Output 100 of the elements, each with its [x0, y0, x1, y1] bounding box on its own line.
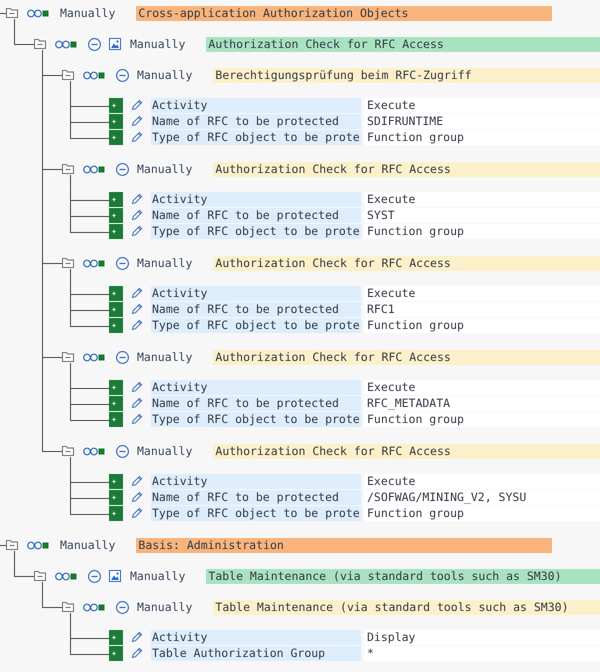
field-value: /SOFWAG/MINING_V2, SYSU	[364, 490, 600, 505]
sparkle-tile-icon	[109, 396, 123, 411]
field-label: Activity	[151, 380, 361, 395]
folder-icon[interactable]	[62, 446, 74, 456]
pencil-icon[interactable]	[131, 381, 143, 393]
field-label: Type of RFC object to be prote	[151, 224, 361, 239]
field-label: Name of RFC to be protected	[151, 114, 361, 129]
minus-circle-icon[interactable]	[116, 256, 129, 270]
pencil-icon[interactable]	[131, 491, 143, 503]
status-text: Manually	[130, 36, 186, 52]
field-value: SYST	[364, 208, 600, 223]
rings-and-square-icon	[83, 70, 105, 80]
field-value: Execute	[364, 380, 600, 395]
object-title: Table Maintenance (via standard tools such as SM30)	[206, 568, 600, 584]
image-icon[interactable]	[109, 570, 121, 582]
pencil-icon[interactable]	[131, 115, 143, 127]
folder-icon[interactable]	[6, 540, 18, 550]
field-label: Name of RFC to be protected	[151, 208, 361, 223]
authorization-title: Authorization Check for RFC Access	[213, 256, 600, 270]
field-label: Activity	[151, 286, 361, 301]
authorization-title: Authorization Check for RFC Access	[213, 162, 600, 176]
sparkle-tile-icon	[109, 98, 123, 113]
minus-circle-icon[interactable]	[116, 444, 129, 458]
status-text: Manually	[137, 600, 192, 614]
pencil-icon[interactable]	[131, 303, 143, 315]
rings-and-square-icon	[27, 540, 49, 550]
pencil-icon[interactable]	[131, 287, 143, 299]
object-class-title: Cross-application Authorization Objects	[136, 6, 552, 20]
rings-and-square-icon	[83, 602, 105, 612]
folder-icon[interactable]	[62, 602, 74, 612]
field-value: Execute	[364, 474, 600, 489]
field-value: Function group	[364, 318, 600, 333]
field-label: Activity	[151, 192, 361, 207]
minus-circle-icon[interactable]	[116, 68, 129, 82]
field-value: RFC1	[364, 302, 600, 317]
sparkle-tile-icon	[109, 302, 123, 317]
status-text: Manually	[130, 568, 186, 584]
field-label: Type of RFC object to be prote	[151, 412, 361, 427]
folder-icon[interactable]	[62, 164, 74, 174]
pencil-icon[interactable]	[131, 413, 143, 425]
status-text: Manually	[137, 444, 192, 458]
minus-circle-icon[interactable]	[116, 162, 129, 176]
field-label: Type of RFC object to be prote	[151, 130, 361, 145]
field-label: Table Authorization Group	[151, 646, 361, 661]
field-value: Function group	[364, 506, 600, 521]
field-value: Execute	[364, 286, 600, 301]
minus-circle-icon[interactable]	[88, 38, 101, 50]
sparkle-tile-icon	[109, 130, 123, 145]
object-title: Authorization Check for RFC Access	[206, 36, 600, 52]
field-label: Activity	[151, 98, 361, 113]
sparkle-tile-icon	[109, 490, 123, 505]
field-value: Function group	[364, 130, 600, 145]
pencil-icon[interactable]	[131, 99, 143, 111]
image-icon[interactable]	[109, 38, 121, 50]
field-value: Execute	[364, 192, 600, 207]
minus-circle-icon[interactable]	[88, 570, 101, 582]
field-value: RFC_METADATA	[364, 396, 600, 411]
pencil-icon[interactable]	[131, 475, 143, 487]
folder-icon[interactable]	[62, 258, 74, 268]
rings-and-square-icon	[27, 8, 49, 18]
pencil-icon[interactable]	[131, 631, 143, 643]
pencil-icon[interactable]	[131, 225, 143, 237]
pencil-icon[interactable]	[131, 507, 143, 519]
pencil-icon[interactable]	[131, 397, 143, 409]
sparkle-tile-icon	[109, 318, 123, 333]
sparkle-tile-icon	[109, 646, 123, 661]
folder-icon[interactable]	[62, 70, 74, 80]
folder-icon[interactable]	[62, 352, 74, 362]
folder-icon[interactable]	[34, 39, 46, 49]
pencil-icon[interactable]	[131, 319, 143, 331]
pencil-icon[interactable]	[131, 647, 143, 659]
sparkle-tile-icon	[109, 286, 123, 301]
rings-and-square-icon	[55, 40, 77, 48]
sparkle-tile-icon	[109, 630, 123, 645]
pencil-icon[interactable]	[131, 131, 143, 143]
folder-icon[interactable]	[34, 571, 46, 581]
field-value: *	[364, 646, 600, 661]
minus-circle-icon[interactable]	[116, 350, 129, 364]
status-text: Manually	[137, 68, 192, 82]
field-value: Display	[364, 630, 600, 645]
rings-and-square-icon	[83, 352, 105, 362]
sparkle-tile-icon	[109, 192, 123, 207]
field-value: Execute	[364, 98, 600, 113]
authorization-title: Table Maintenance (via standard tools such as SM30)	[213, 600, 600, 614]
sparkle-tile-icon	[109, 208, 123, 223]
field-value: Function group	[364, 224, 600, 239]
folder-icon[interactable]	[6, 8, 18, 18]
status-text: Manually	[137, 162, 192, 176]
field-label: Name of RFC to be protected	[151, 396, 361, 411]
rings-and-square-icon	[55, 572, 77, 580]
field-label: Name of RFC to be protected	[151, 490, 361, 505]
field-label: Activity	[151, 630, 361, 645]
rings-and-square-icon	[83, 258, 105, 268]
sparkle-tile-icon	[109, 412, 123, 427]
pencil-icon[interactable]	[131, 209, 143, 221]
field-label: Type of RFC object to be prote	[151, 506, 361, 521]
minus-circle-icon[interactable]	[116, 600, 129, 614]
sparkle-tile-icon	[109, 474, 123, 489]
status-text: Manually	[137, 350, 192, 364]
pencil-icon[interactable]	[131, 193, 143, 205]
